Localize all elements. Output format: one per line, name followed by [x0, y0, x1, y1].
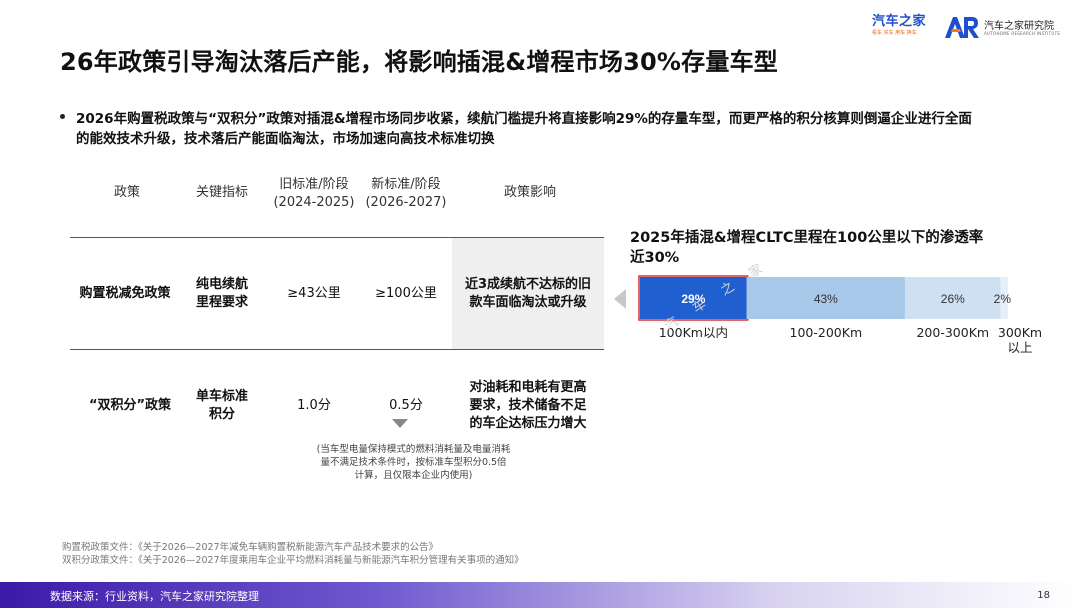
header-policy: 政策 [113, 185, 140, 200]
source-line-tax: 购置税政策文件：《关于2026—2027年减免车辆购置税新能源汽车产品技术要求的… [62, 542, 439, 553]
chart-title: 2025年插混&增程CLTC里程在100公里以下的渗透率近30% [630, 230, 984, 266]
left-arrow-icon [614, 289, 626, 309]
table-footnote: (当车型电量保持模式的燃料消耗量及电量消耗量不满足技术条件时，按标准车型积分0.… [316, 444, 511, 481]
header-impact: 政策影响 [503, 185, 556, 200]
data-source: 数据来源：行业资料，汽车之家研究院整理 [50, 590, 259, 603]
row2-policy: “双积分”政策 [88, 398, 172, 413]
row1-impact: 近3成续航不达标的旧 款车面临淘汰或升级 [464, 276, 592, 310]
source-line-credit: 双积分政策文件：《关于2026—2027年度乘用车企业平均燃料消耗量与新能源汽车… [62, 555, 524, 566]
institute-name: 汽车之家研究院 [984, 21, 1054, 32]
autohome-logo: 汽车之家 看车 买车 用车 换车 [872, 14, 934, 40]
header-new-standard: 新标准/阶段 (2026-2027) [365, 177, 447, 210]
category-label: 300Km [998, 325, 1042, 340]
row1-policy: 购置税减免政策 [79, 285, 171, 301]
row1-old-value: ≥43公里 [287, 285, 341, 301]
header-indicator: 关键指标 [195, 185, 248, 200]
brand-tags: 看车 买车 用车 换车 [872, 30, 917, 36]
bar-value-label: 43% [814, 292, 838, 306]
policy-sources: 购置税政策文件：《关于2026—2027年减免车辆购置税新能源汽车产品技术要求的… [62, 541, 524, 567]
bullet-dot [60, 114, 65, 119]
table-rule-middle [70, 349, 604, 350]
summary-bullet: 2026年购置税政策与“双积分”政策对插混&增程市场同步收紧，续航门槛提升将直接… [76, 111, 972, 147]
row2-indicator: 单车标准 积分 [195, 389, 248, 422]
header-old-standard: 旧标准/阶段 (2024-2025) [273, 177, 355, 210]
down-arrow-icon [392, 419, 408, 428]
brand-name: 汽车之家 [872, 14, 927, 29]
category-label: 以上 [1007, 340, 1032, 355]
row1-indicator: 纯电续航 里程要求 [195, 276, 248, 310]
page-title: 26年政策引导淘汰落后产能，将影响插混&增程市场30%存量车型 [60, 48, 778, 76]
footer-bar: 数据来源：行业资料，汽车之家研究院整理 [0, 582, 1080, 608]
category-label: 100-200Km [790, 325, 863, 340]
bar-value-label: 2% [994, 292, 1012, 306]
row1-new-value: ≥100公里 [375, 285, 437, 301]
institute-english-name: AUTOHOME RESEARCH INSTITUTE [984, 31, 1061, 36]
bar-value-label: 26% [941, 292, 965, 306]
category-label: 200-300Km [916, 325, 989, 340]
ar-logo-icon [945, 17, 979, 38]
research-institute-logo: 汽车之家研究院 AUTOHOME RESEARCH INSTITUTE [944, 14, 1074, 40]
page-number: 18 [1037, 590, 1050, 601]
